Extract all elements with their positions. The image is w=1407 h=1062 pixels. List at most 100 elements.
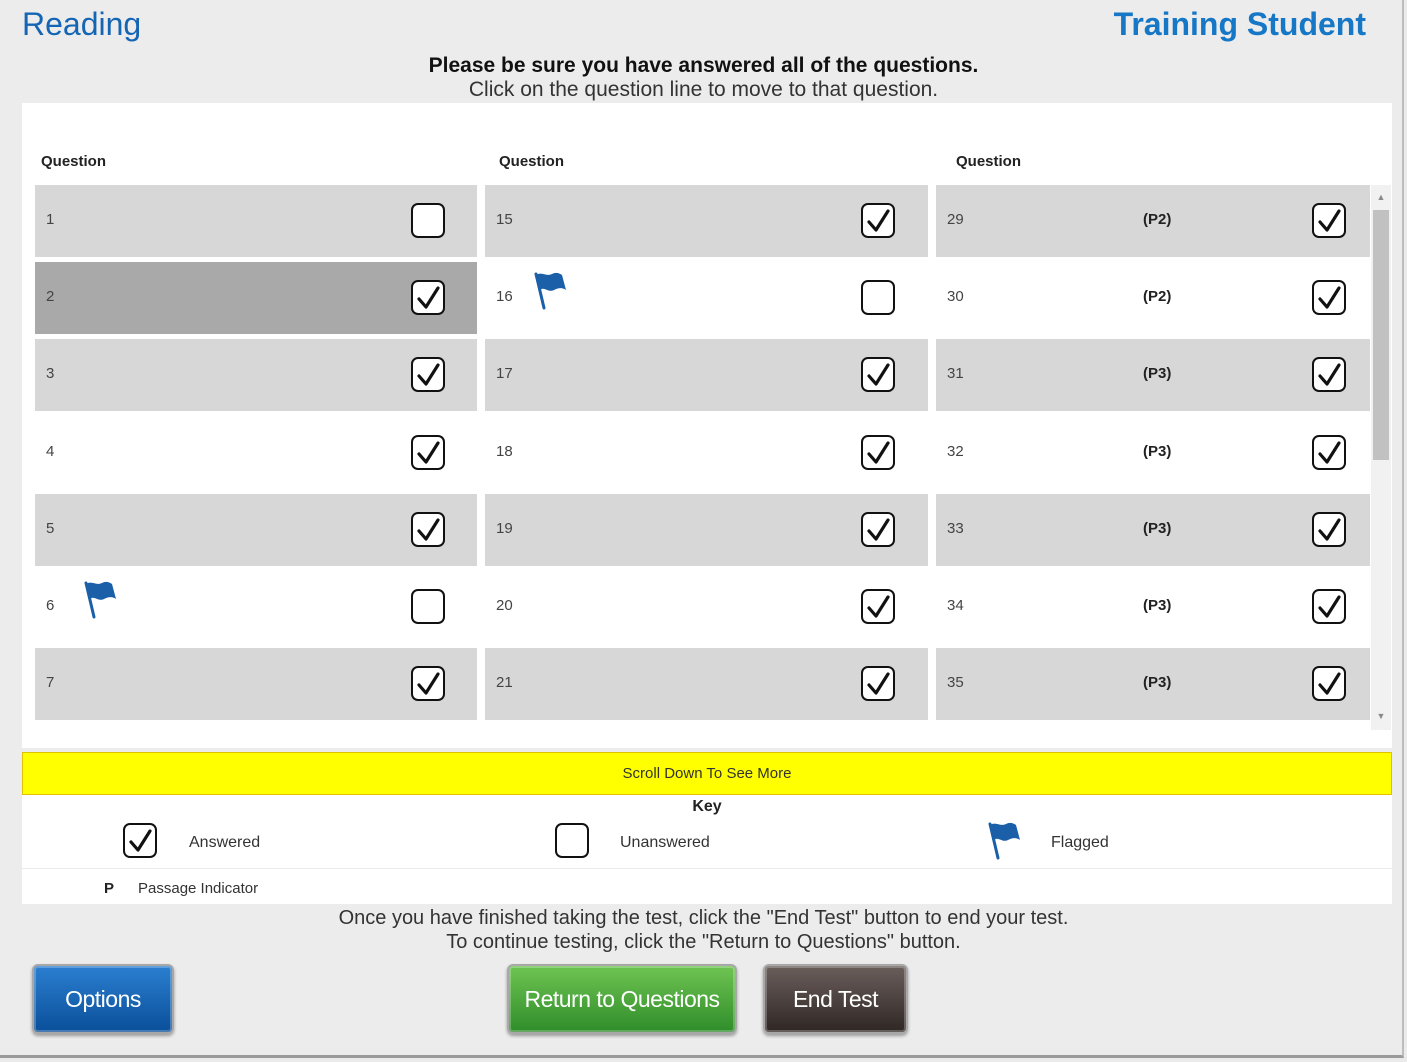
checkbox-checked-icon: [1312, 666, 1346, 701]
scroll-down-banner: Scroll Down To See More: [22, 752, 1392, 795]
checkbox-checked-icon: [1312, 357, 1346, 392]
answered-checkbox-icon: [123, 823, 157, 858]
end-test-line-2: To continue testing, click the "Return t…: [446, 931, 961, 953]
checkbox-checked-icon: [1312, 589, 1346, 624]
question-number: 19: [496, 520, 513, 537]
passage-indicator: (P3): [1143, 674, 1172, 691]
question-number: 33: [947, 520, 964, 537]
end-test-line-1: Once you have finished taking the test, …: [338, 907, 1069, 929]
key-legend: Key Answered Unanswered Flagged P Passag…: [22, 795, 1392, 904]
column-header-3: Question: [956, 153, 1022, 170]
question-number: 20: [496, 597, 513, 614]
question-number: 17: [496, 365, 513, 382]
student-name: Training Student: [1113, 6, 1366, 42]
question-row[interactable]: 2: [35, 262, 477, 334]
passage-indicator: (P2): [1143, 211, 1172, 228]
unanswered-checkbox-icon: [555, 823, 589, 858]
question-row[interactable]: 17: [485, 339, 928, 411]
question-number: 5: [46, 520, 55, 537]
question-number: 15: [496, 211, 513, 228]
options-button[interactable]: Options: [32, 964, 174, 1034]
instruction-heading: Please be sure you have answered all of …: [428, 54, 979, 77]
question-number: 4: [46, 443, 55, 460]
question-row[interactable]: 33 (P3): [936, 494, 1370, 566]
checkbox-checked-icon: [861, 435, 895, 470]
question-row[interactable]: 19: [485, 494, 928, 566]
key-title: Key: [692, 798, 722, 815]
checkbox-checked-icon: [861, 666, 895, 701]
question-row[interactable]: 32 (P3): [936, 417, 1370, 489]
question-row[interactable]: 3: [35, 339, 477, 411]
checkbox-checked-icon: [1312, 512, 1346, 547]
question-number: 32: [947, 443, 964, 460]
checkbox-checked-icon: [861, 203, 895, 238]
question-row[interactable]: 30 (P2): [936, 262, 1370, 334]
checkbox-empty-icon: [411, 589, 445, 624]
question-row[interactable]: 7: [35, 648, 477, 720]
checkbox-checked-icon: [861, 357, 895, 392]
question-number: 30: [947, 288, 964, 305]
subject-title: Reading: [22, 6, 142, 42]
checkbox-checked-icon: [1312, 280, 1346, 315]
flag-icon: [534, 272, 566, 310]
question-row[interactable]: 16: [485, 262, 928, 334]
question-number: 7: [46, 674, 55, 691]
checkbox-checked-icon: [411, 357, 445, 392]
checkbox-checked-icon: [861, 512, 895, 547]
end-test-instructions: Once you have finished taking the test, …: [0, 906, 1407, 954]
question-row[interactable]: 1: [35, 185, 477, 257]
key-answered-label: Answered: [189, 834, 261, 851]
question-row[interactable]: 6: [35, 571, 477, 643]
question-number: 31: [947, 365, 964, 382]
checkbox-checked-icon: [411, 512, 445, 547]
passage-indicator: (P2): [1143, 288, 1172, 305]
return-to-questions-button[interactable]: Return to Questions: [507, 964, 737, 1034]
passage-indicator: (P3): [1143, 365, 1172, 382]
checkbox-empty-icon: [861, 280, 895, 315]
question-number: 34: [947, 597, 964, 614]
question-number: 29: [947, 211, 964, 228]
checkbox-checked-icon: [861, 589, 895, 624]
review-instructions: Please be sure you have answered all of …: [0, 54, 1407, 102]
question-grid: 1 2 3 4 5 6 7 15 16 17 18 19 20 21 29 (P2) 30 (P2) 31 (P3) 3…: [35, 185, 1370, 725]
checkbox-checked-icon: [411, 280, 445, 315]
flag-icon: [988, 822, 1020, 860]
question-number: 35: [947, 674, 964, 691]
question-row[interactable]: 4: [35, 417, 477, 489]
scroll-down-arrow-icon[interactable]: ▼: [1371, 707, 1391, 725]
column-header-1: Question: [41, 153, 107, 170]
passage-indicator: (P3): [1143, 597, 1172, 614]
instruction-subtext: Click on the question line to move to th…: [468, 78, 939, 101]
question-number: 16: [496, 288, 513, 305]
checkbox-empty-icon: [411, 203, 445, 238]
question-row[interactable]: 20: [485, 571, 928, 643]
passage-indicator-symbol: P: [104, 880, 115, 897]
question-row[interactable]: 29 (P2): [936, 185, 1370, 257]
question-row[interactable]: 34 (P3): [936, 571, 1370, 643]
checkbox-checked-icon: [411, 435, 445, 470]
checkbox-checked-icon: [1312, 435, 1346, 470]
passage-indicator-label: Passage Indicator: [138, 880, 259, 897]
key-unanswered-label: Unanswered: [620, 834, 710, 851]
scroll-up-arrow-icon[interactable]: ▲: [1371, 188, 1391, 206]
question-row[interactable]: 35 (P3): [936, 648, 1370, 720]
question-number: 21: [496, 674, 513, 691]
passage-indicator: (P3): [1143, 520, 1172, 537]
question-row[interactable]: 5: [35, 494, 477, 566]
page-frame: Reading Training Student Please be sure …: [0, 0, 1404, 1058]
question-number: 6: [46, 597, 55, 614]
end-test-button[interactable]: End Test: [763, 964, 908, 1034]
scrollbar-thumb[interactable]: [1373, 210, 1389, 460]
question-scrollbar[interactable]: ▲ ▼: [1371, 185, 1391, 730]
question-number: 18: [496, 443, 513, 460]
question-number: 1: [46, 211, 55, 228]
question-number: 2: [46, 288, 55, 305]
flag-icon: [84, 581, 116, 619]
question-number: 3: [46, 365, 55, 382]
key-divider: [22, 868, 1392, 869]
question-row[interactable]: 15: [485, 185, 928, 257]
question-row[interactable]: 31 (P3): [936, 339, 1370, 411]
checkbox-checked-icon: [411, 666, 445, 701]
question-row[interactable]: 18: [485, 417, 928, 489]
question-row[interactable]: 21: [485, 648, 928, 720]
